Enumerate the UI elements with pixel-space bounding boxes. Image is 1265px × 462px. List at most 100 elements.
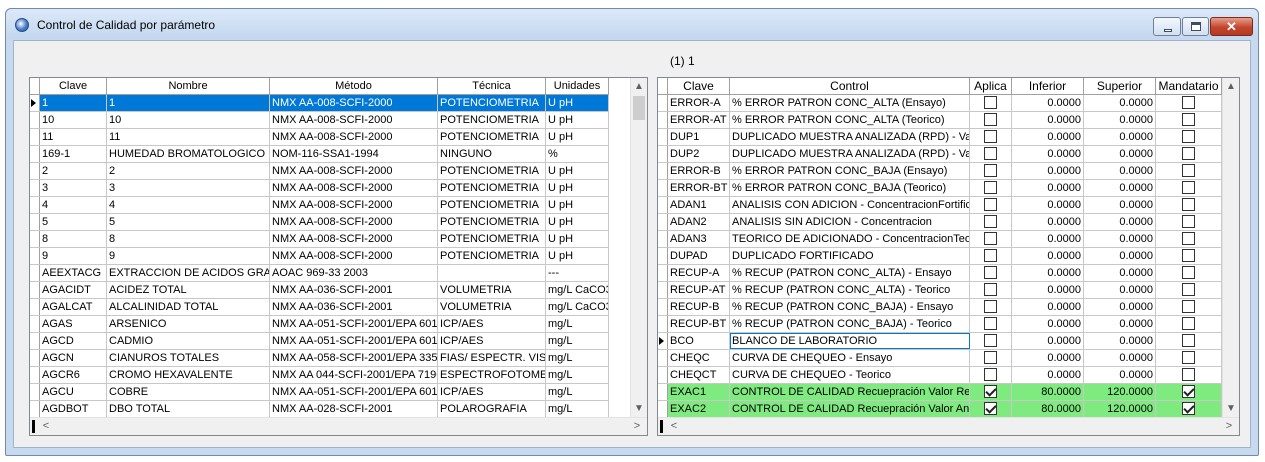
row-indicator[interactable]: [30, 333, 40, 349]
row-indicator[interactable]: [30, 231, 40, 247]
cell-clave[interactable]: AGALCAT: [40, 299, 107, 315]
cell-aplica[interactable]: [970, 180, 1012, 196]
app-icon[interactable]: [15, 18, 29, 32]
cell-aplica[interactable]: [970, 163, 1012, 179]
cell-clave[interactable]: 9: [40, 248, 107, 264]
parameters-horizontal-scrollbar[interactable]: < >: [30, 417, 647, 435]
cell-superior[interactable]: 0.0000: [1084, 95, 1156, 111]
parameter-row[interactable]: 4 4 NMX AA-008-SCFI-2000 POTENCIOMETRIA U pH: [30, 197, 609, 214]
cell-unidades[interactable]: U pH: [546, 129, 609, 145]
mandatario-checkbox[interactable]: [1182, 215, 1195, 228]
cell-inferior[interactable]: 0.0000: [1012, 95, 1084, 111]
cell-clave[interactable]: AEEXTACG: [40, 265, 107, 281]
scroll-down-icon[interactable]: ▼: [631, 400, 647, 417]
parameter-row[interactable]: AGCN CIANUROS TOTALES NMX AA-058-SCFI-2001…: [30, 350, 609, 367]
cell-unidades[interactable]: U pH: [546, 197, 609, 213]
row-indicator[interactable]: [30, 129, 40, 145]
cell-superior[interactable]: 0.0000: [1084, 282, 1156, 298]
scroll-down-icon[interactable]: ▼: [1223, 400, 1239, 417]
parameters-vertical-scrollbar[interactable]: ▲ ▼: [630, 78, 647, 417]
cell-clave[interactable]: RECUP-AT: [668, 282, 730, 298]
cell-aplica[interactable]: [970, 214, 1012, 230]
cell-nombre[interactable]: ALCALINIDAD TOTAL: [107, 299, 270, 315]
cell-metodo[interactable]: NMX AA-008-SCFI-2000: [270, 95, 438, 111]
cell-superior[interactable]: 0.0000: [1084, 367, 1156, 383]
parameter-row[interactable]: 1 1 NMX AA-008-SCFI-2000 POTENCIOMETRIA U pH: [30, 95, 609, 112]
column-header-tecnica[interactable]: Técnica: [438, 78, 546, 94]
cell-control[interactable]: % ERROR PATRON CONC_ALTA (Teorico): [730, 112, 970, 128]
column-header-clave[interactable]: Clave: [668, 78, 730, 94]
row-indicator[interactable]: [658, 299, 668, 315]
cell-inferior[interactable]: 0.0000: [1012, 333, 1084, 349]
cell-unidades[interactable]: mg/L: [546, 350, 609, 366]
cell-mandatario[interactable]: [1156, 367, 1222, 383]
parameter-row[interactable]: 10 10 NMX AA-008-SCFI-2000 POTENCIOMETRIA U …: [30, 112, 609, 129]
aplica-checkbox[interactable]: [984, 96, 997, 109]
row-indicator[interactable]: [658, 350, 668, 366]
cell-tecnica[interactable]: POTENCIOMETRIA: [438, 231, 546, 247]
cell-control[interactable]: % RECUP (PATRON CONC_ALTA) - Teorico: [730, 282, 970, 298]
cell-clave[interactable]: EXAC1: [668, 384, 730, 400]
cell-nombre[interactable]: 3: [107, 180, 270, 196]
row-indicator[interactable]: [30, 384, 40, 400]
cell-aplica[interactable]: [970, 146, 1012, 162]
mandatario-checkbox[interactable]: [1182, 385, 1195, 398]
minimize-button[interactable]: [1153, 17, 1181, 36]
cell-control[interactable]: % RECUP (PATRON CONC_ALTA) - Ensayo: [730, 265, 970, 281]
cell-clave[interactable]: RECUP-B: [668, 299, 730, 315]
column-header-unidades[interactable]: Unidades: [546, 78, 609, 94]
cell-inferior[interactable]: 0.0000: [1012, 129, 1084, 145]
cell-mandatario[interactable]: [1156, 180, 1222, 196]
cell-inferior[interactable]: 0.0000: [1012, 316, 1084, 332]
aplica-checkbox[interactable]: [984, 368, 997, 381]
cell-superior[interactable]: 120.0000: [1084, 401, 1156, 417]
cell-tecnica[interactable]: POLAROGRAFIA: [438, 401, 546, 417]
cell-inferior[interactable]: 0.0000: [1012, 350, 1084, 366]
cell-metodo[interactable]: NMX AA-008-SCFI-2000: [270, 112, 438, 128]
parameter-row[interactable]: AGCU COBRE NMX AA-051-SCFI-2001/EPA 6010 IC…: [30, 384, 609, 401]
parameter-row[interactable]: AGALCAT ALCALINIDAD TOTAL NMX AA-036-SCFI-…: [30, 299, 609, 316]
cell-metodo[interactable]: NMX AA-036-SCFI-2001: [270, 282, 438, 298]
control-row[interactable]: ERROR-B% ERROR PATRON CONC_BAJA (Ensayo)…: [658, 163, 1222, 180]
cell-metodo[interactable]: NMX AA-008-SCFI-2000: [270, 129, 438, 145]
cell-clave[interactable]: AGCU: [40, 384, 107, 400]
cell-clave[interactable]: CHEQCT: [668, 367, 730, 383]
controls-horizontal-scrollbar[interactable]: < >: [658, 417, 1239, 435]
cell-nombre[interactable]: DBO TOTAL: [107, 401, 270, 417]
cell-clave[interactable]: 11: [40, 129, 107, 145]
controls-vertical-scrollbar[interactable]: ▲ ▼: [1222, 78, 1239, 417]
cell-nombre[interactable]: EXTRACCION DE ACIDOS GRAS: [107, 265, 270, 281]
column-header-mandatario[interactable]: Mandatario: [1156, 78, 1222, 94]
row-indicator[interactable]: [30, 180, 40, 196]
scroll-left-icon[interactable]: <: [38, 418, 54, 435]
cell-tecnica[interactable]: POTENCIOMETRIA: [438, 214, 546, 230]
cell-nombre[interactable]: 11: [107, 129, 270, 145]
parameter-row[interactable]: AGCR6 CROMO HEXAVALENTE NMX AA 044-SCFI-20…: [30, 367, 609, 384]
cell-mandatario[interactable]: [1156, 316, 1222, 332]
cell-metodo[interactable]: NMX AA-008-SCFI-2000: [270, 231, 438, 247]
row-indicator[interactable]: [30, 112, 40, 128]
cell-metodo[interactable]: NMX AA-058-SCFI-2001/EPA 335.: [270, 350, 438, 366]
cell-inferior[interactable]: 0.0000: [1012, 180, 1084, 196]
cell-mandatario[interactable]: [1156, 146, 1222, 162]
cell-unidades[interactable]: mg/L: [546, 384, 609, 400]
cell-clave[interactable]: ADAN3: [668, 231, 730, 247]
parameter-row[interactable]: AGCD CADMIO NMX AA-051-SCFI-2001/EPA 6010 I…: [30, 333, 609, 350]
parameter-row[interactable]: 9 9 NMX AA-008-SCFI-2000 POTENCIOMETRIA U pH: [30, 248, 609, 265]
row-indicator[interactable]: [658, 180, 668, 196]
cell-unidades[interactable]: U pH: [546, 214, 609, 230]
mandatario-checkbox[interactable]: [1182, 164, 1195, 177]
cell-clave[interactable]: 169-1: [40, 146, 107, 162]
cell-inferior[interactable]: 0.0000: [1012, 214, 1084, 230]
cell-clave[interactable]: DUP1: [668, 129, 730, 145]
row-indicator[interactable]: [30, 248, 40, 264]
cell-aplica[interactable]: [970, 384, 1012, 400]
cell-clave[interactable]: BCO: [668, 333, 730, 349]
cell-metodo[interactable]: NMX AA-051-SCFI-2001/EPA 6010: [270, 384, 438, 400]
row-indicator[interactable]: [658, 265, 668, 281]
cell-tecnica[interactable]: VOLUMETRIA: [438, 282, 546, 298]
cell-unidades[interactable]: ---: [546, 265, 609, 281]
cell-control[interactable]: % ERROR PATRON CONC_ALTA (Ensayo): [730, 95, 970, 111]
row-indicator[interactable]: [30, 265, 40, 281]
mandatario-checkbox[interactable]: [1182, 198, 1195, 211]
